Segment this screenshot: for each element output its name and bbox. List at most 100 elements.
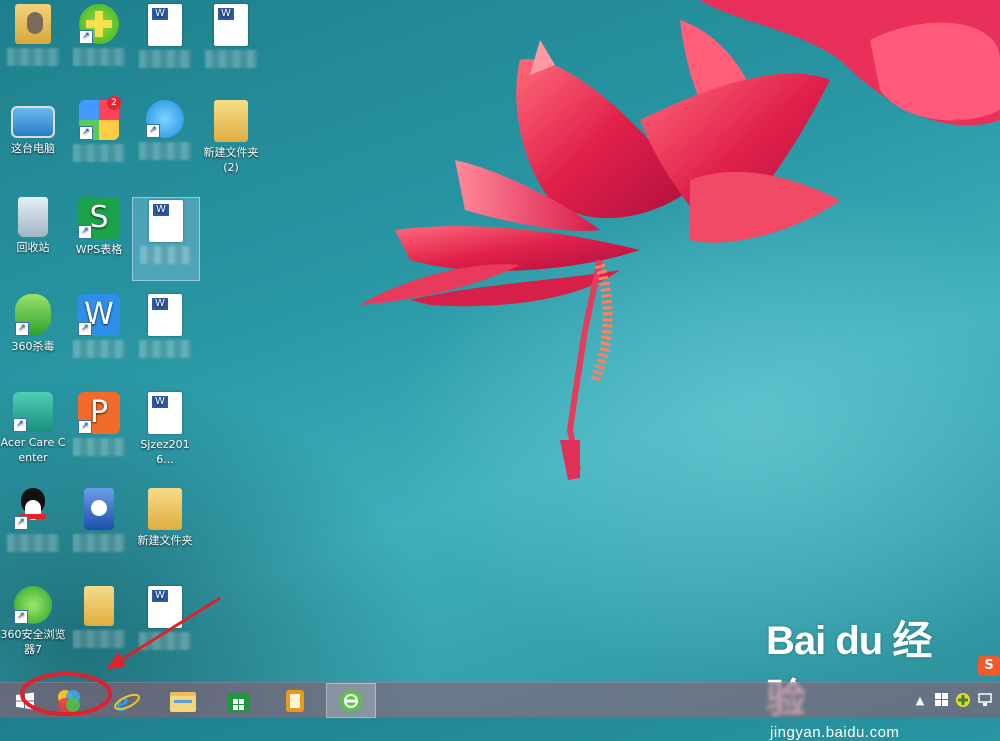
- icon-label-blurred: [205, 50, 257, 68]
- wps-writer-icon: W ↗: [78, 294, 120, 336]
- desktop-icon-this-pc[interactable]: 这台电脑: [0, 100, 66, 156]
- word-document-icon: W: [148, 294, 182, 336]
- icon-label-blurred: [73, 630, 125, 648]
- word-document-icon: W: [148, 4, 182, 46]
- icon-label-blurred: [140, 246, 192, 264]
- basketball-icon: [84, 488, 114, 530]
- desktop-icon-recycle-bin[interactable]: 回收站: [0, 197, 66, 255]
- desktop-icon-wps-writer[interactable]: W ↗: [66, 294, 132, 358]
- tray-network-icon[interactable]: [976, 691, 994, 709]
- tray-windows-icon[interactable]: [934, 691, 950, 709]
- user-folder-icon: [15, 4, 51, 44]
- taskbar-file-explorer[interactable]: [158, 683, 208, 718]
- watermark-url: jingyan.baidu.com: [770, 724, 900, 741]
- ie-icon: e: [114, 687, 140, 715]
- taskbar-notes-app[interactable]: [270, 683, 320, 718]
- computer-monitor-icon: [11, 106, 55, 138]
- icon-label-blurred: [139, 340, 191, 358]
- notification-badge: 2: [107, 96, 121, 110]
- icon-label-blurred: [7, 534, 59, 552]
- taskbar-internet-explorer[interactable]: e: [102, 683, 152, 718]
- folder-icon: [170, 691, 196, 712]
- icon-label: 这台电脑: [11, 142, 55, 155]
- icon-label: Acer Care Center: [0, 436, 66, 464]
- desktop-icon-360-antivirus[interactable]: ↗ 360杀毒: [0, 294, 66, 354]
- shortcut-arrow-icon: ↗: [13, 418, 27, 432]
- tray-360-icon[interactable]: [954, 691, 972, 709]
- app-store-icon: 2 ↗: [79, 96, 121, 140]
- taskbar: e ▲: [0, 682, 1000, 718]
- desktop-icon-wps-presentation[interactable]: P ↗: [66, 392, 132, 456]
- wps-spreadsheet-icon: S ↗: [78, 197, 120, 239]
- taskbar-360-browser[interactable]: [326, 683, 376, 718]
- desktop-icon-word-doc-3[interactable]: W: [132, 294, 198, 358]
- icon-label-blurred: [73, 438, 125, 456]
- sogou-input-icon[interactable]: S: [978, 656, 1000, 676]
- shortcut-arrow-icon: ↗: [14, 610, 28, 624]
- 360-safe-icon: ↗: [79, 4, 119, 44]
- desktop-icon-acer-care-center[interactable]: ↗ Acer Care Center: [0, 392, 66, 465]
- 360-tray-icon: [956, 693, 970, 707]
- shortcut-arrow-icon: ↗: [78, 420, 92, 434]
- tray-expand-icon[interactable]: ▲: [914, 691, 926, 709]
- desktop-icon-app-store-360[interactable]: 2 ↗: [66, 96, 132, 162]
- icon-label-blurred: [139, 142, 191, 160]
- icon-label: 360安全浏览器7: [0, 628, 66, 656]
- desktop-icon-360-safe[interactable]: ↗: [66, 4, 132, 66]
- word-document-icon: W: [148, 586, 182, 628]
- desktop-icon-new-folder[interactable]: 新建文件夹: [132, 488, 198, 548]
- word-document-icon: W: [214, 4, 248, 46]
- icon-label: WPS表格: [75, 243, 123, 256]
- baidu-watermark: Bai du 经验 jingyan.baidu.com: [766, 608, 946, 741]
- desktop-icon-wps-spreadsheet[interactable]: S ↗ WPS表格: [66, 197, 132, 257]
- icon-label-blurred: [73, 340, 125, 358]
- shortcut-arrow-icon: ↗: [146, 124, 160, 138]
- shortcut-arrow-icon: ↗: [78, 225, 92, 239]
- recycle-bin-icon: [18, 197, 48, 237]
- colorful-app-icon: [58, 689, 80, 712]
- taskbar-app-launcher[interactable]: [44, 683, 94, 718]
- folder-icon: [84, 586, 114, 626]
- shortcut-arrow-icon: ↗: [79, 30, 93, 44]
- icon-label-blurred: [139, 632, 191, 650]
- shortcut-arrow-icon: ↗: [14, 516, 28, 530]
- network-icon: [978, 693, 992, 706]
- desktop-icon-new-folder-2[interactable]: 新建文件夹 (2): [198, 100, 264, 175]
- blue-bird-icon: ↗: [146, 100, 184, 138]
- desktop-icon-basketball-app[interactable]: [66, 488, 132, 552]
- desktop-icon-360-browser[interactable]: ↗ 360安全浏览器7: [0, 586, 66, 657]
- icon-label: 360杀毒: [11, 340, 55, 353]
- desktop-icon-word-doc-selected[interactable]: W: [132, 197, 200, 281]
- desktop-icon-word-doc-4[interactable]: W: [132, 586, 198, 650]
- green-browser-icon: ↗: [14, 586, 52, 624]
- store-icon: [228, 692, 250, 712]
- desktop-icon-user-folder[interactable]: [0, 4, 66, 66]
- icon-label-blurred: [139, 50, 191, 68]
- windows-logo-icon: [16, 692, 34, 709]
- shortcut-arrow-icon: ↗: [15, 322, 29, 336]
- shortcut-arrow-icon: ↗: [78, 322, 92, 336]
- desktop-icon-qq[interactable]: ↗: [0, 488, 66, 552]
- shield-icon: ↗: [15, 294, 51, 336]
- desktop-icon-word-doc-2[interactable]: W: [198, 4, 264, 68]
- wps-presentation-icon: P ↗: [78, 392, 120, 434]
- desktop-icon-word-doc-sjzez[interactable]: W Sjzez2016...: [132, 392, 198, 467]
- icon-label: Sjzez2016...: [140, 438, 190, 466]
- desktop-icon-folder-docs[interactable]: [66, 586, 132, 648]
- desktop: ↗ W W 这台电脑 2 ↗ ↗ 新建文件夹 (2) 回收站 S ↗ WPS表格…: [0, 0, 1000, 741]
- desktop-icon-qq-browser[interactable]: ↗: [132, 100, 198, 160]
- folder-icon: [148, 488, 182, 530]
- green-browser-icon: [340, 689, 362, 712]
- acer-care-icon: ↗: [13, 392, 53, 432]
- icon-label-blurred: [73, 144, 125, 162]
- icon-label-blurred: [73, 534, 125, 552]
- start-button[interactable]: [0, 683, 50, 718]
- icon-label-blurred: [73, 48, 125, 66]
- icon-label: 新建文件夹: [137, 534, 193, 547]
- shortcut-arrow-icon: ↗: [79, 126, 93, 140]
- icon-label-blurred: [7, 48, 59, 66]
- word-document-icon: W: [148, 392, 182, 434]
- desktop-icon-word-doc-1[interactable]: W: [132, 4, 198, 68]
- taskbar-store[interactable]: [214, 683, 264, 718]
- windows-small-icon: [935, 693, 948, 706]
